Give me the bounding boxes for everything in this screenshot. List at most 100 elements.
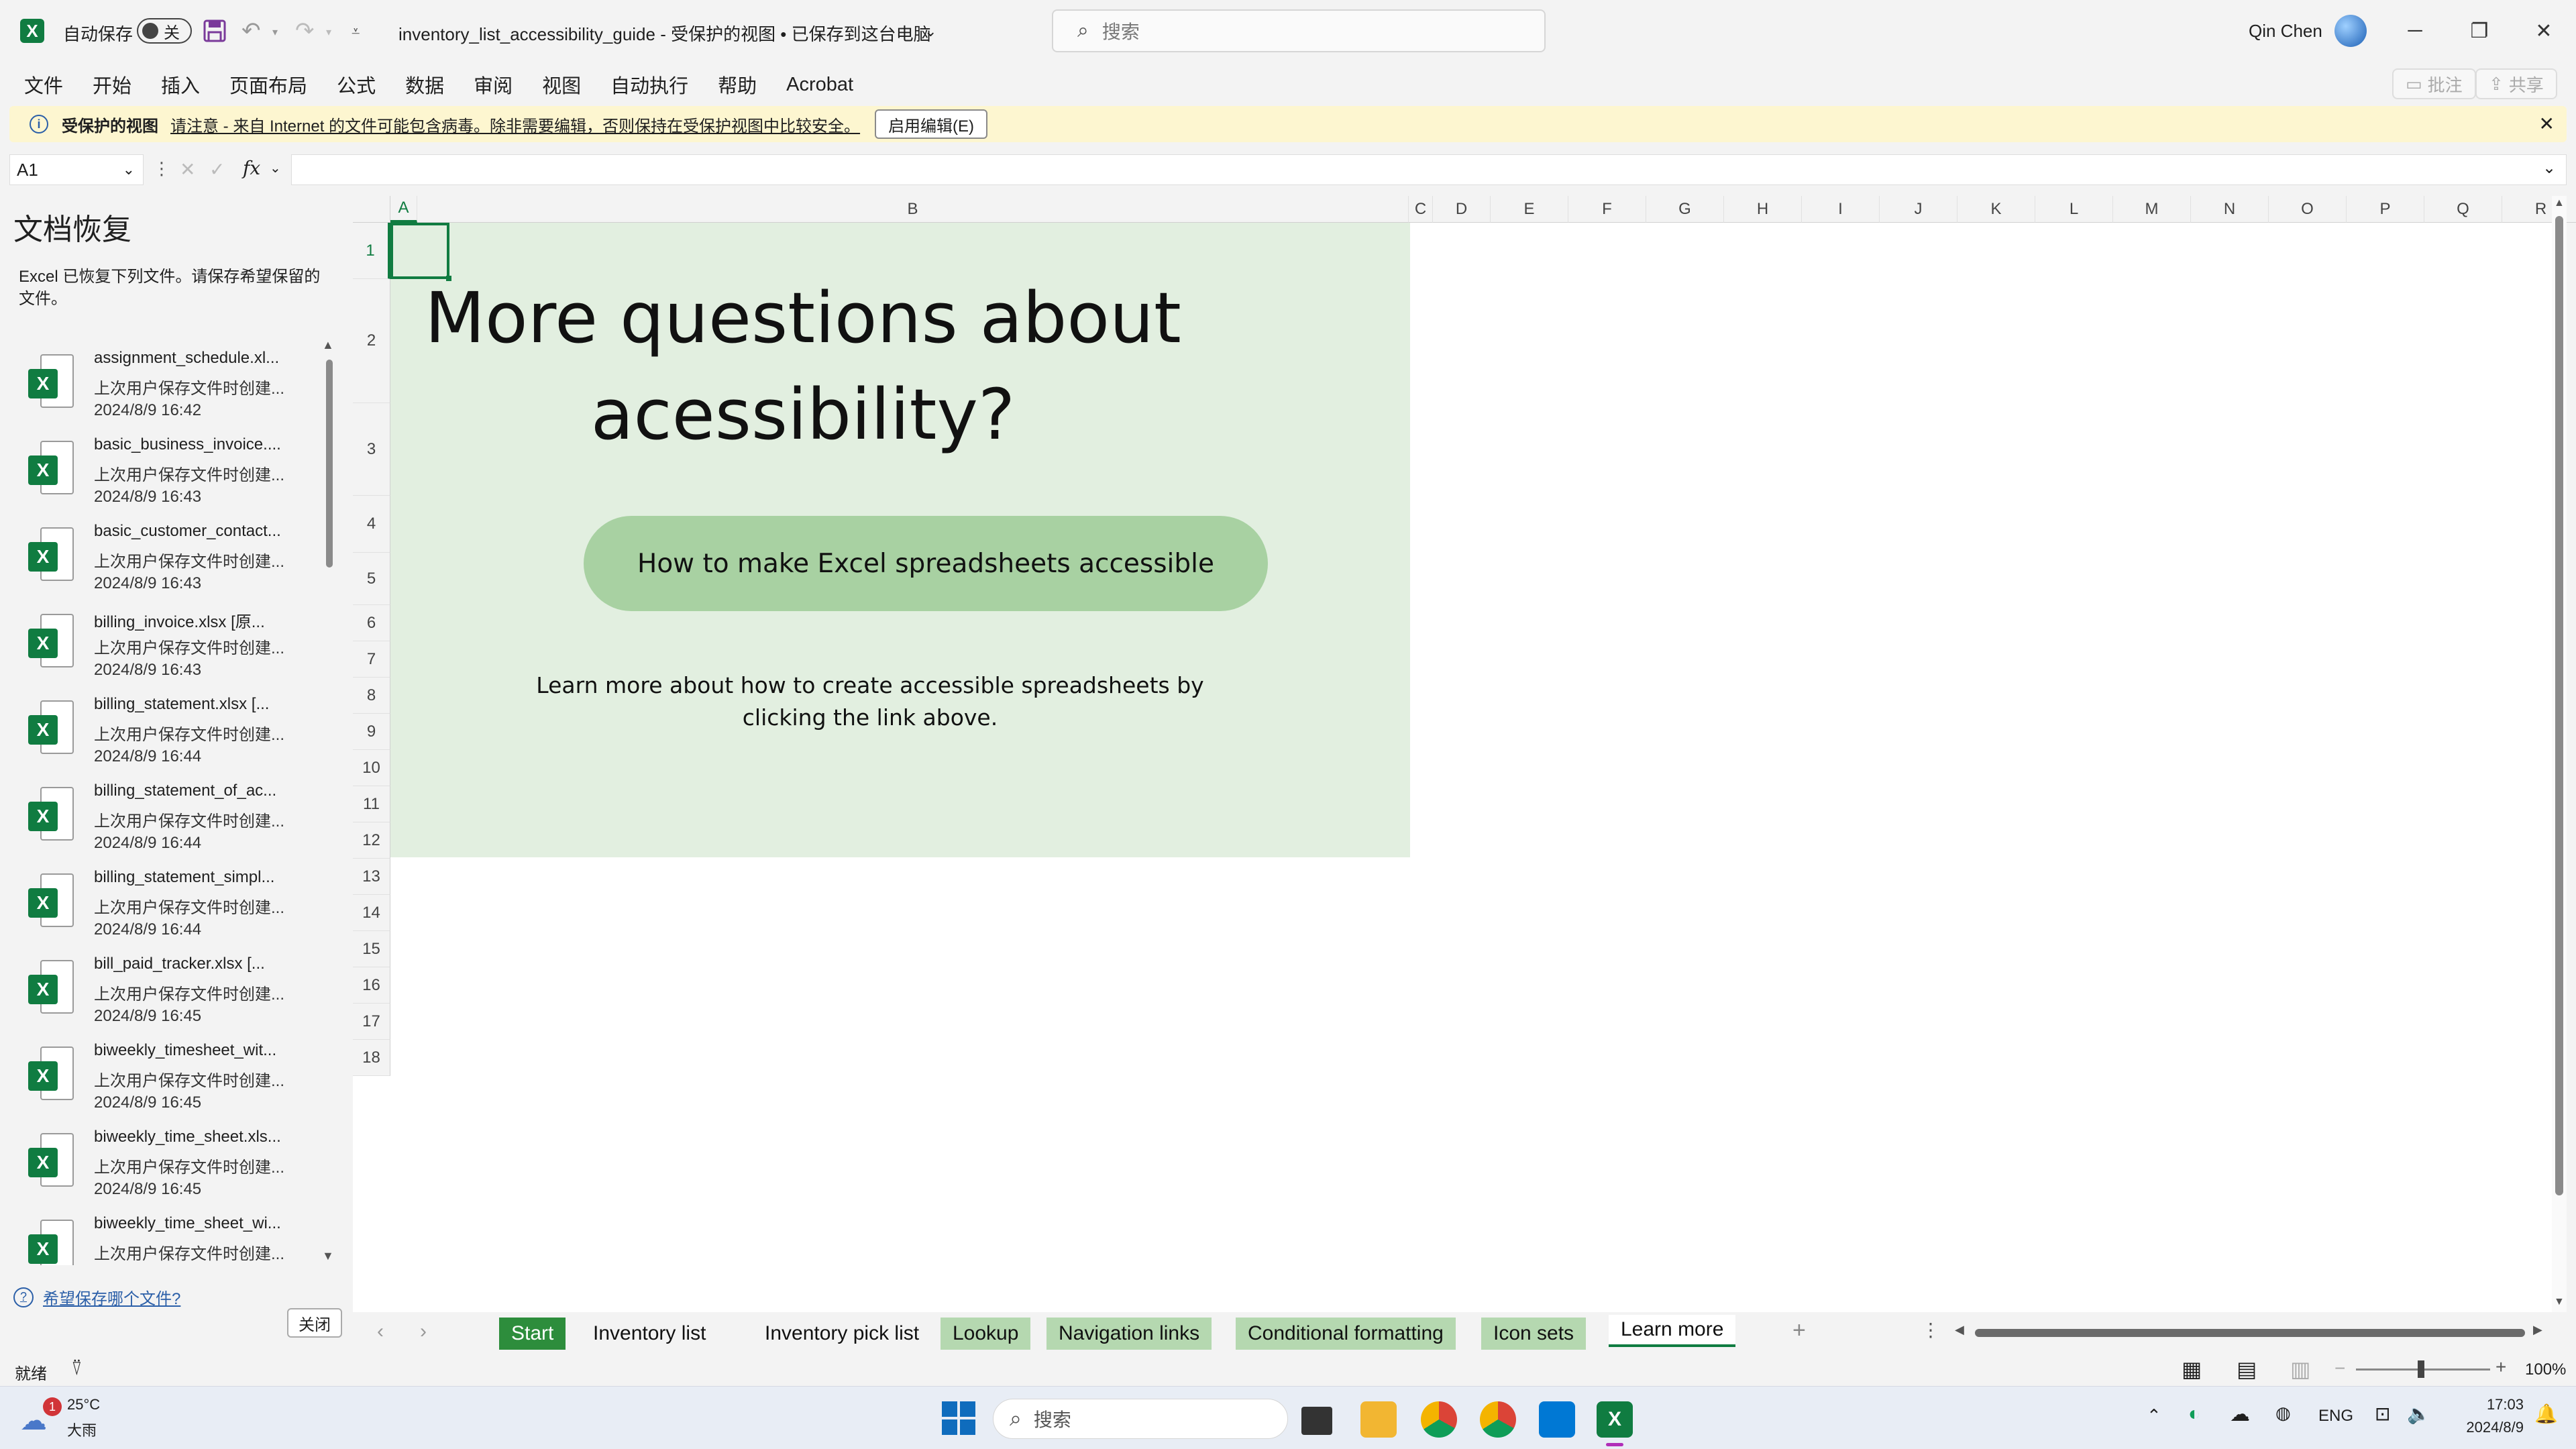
- recovery-help-link[interactable]: ? 希望保存哪个文件?: [13, 1285, 180, 1309]
- column-header-b[interactable]: B: [417, 196, 1409, 223]
- row-header-12[interactable]: 12: [353, 822, 390, 859]
- more-options-icon[interactable]: ⋮: [153, 158, 170, 179]
- zoom-level[interactable]: 100%: [2525, 1360, 2566, 1379]
- recovery-file-item[interactable]: Xbiweekly_time_sheet.xls... 上次用户保存文件时创建..…: [0, 1118, 315, 1205]
- menu-review[interactable]: 审阅: [474, 70, 513, 99]
- recovery-file-item[interactable]: Xbasic_business_invoice.... 上次用户保存文件时创建..…: [0, 426, 315, 513]
- row-header-18[interactable]: 18: [353, 1040, 390, 1076]
- vscode-icon[interactable]: [1539, 1401, 1575, 1438]
- recovery-file-item[interactable]: Xbilling_statement_simpl... 上次用户保存文件时创建..…: [0, 859, 315, 945]
- tab-start[interactable]: Start: [499, 1318, 566, 1350]
- tab-icon-sets[interactable]: Icon sets: [1481, 1318, 1587, 1350]
- undo-dropdown-icon[interactable]: ▾: [272, 25, 278, 39]
- accessibility-link-button[interactable]: How to make Excel spreadsheets accessibl…: [584, 516, 1268, 611]
- task-view-icon[interactable]: [1301, 1407, 1332, 1435]
- vertical-scrollbar[interactable]: ▲ ▼: [2552, 196, 2567, 1315]
- windows-start-icon[interactable]: [942, 1401, 975, 1435]
- row-header-6[interactable]: 6: [353, 605, 390, 641]
- scroll-thumb[interactable]: [326, 360, 333, 568]
- volume-icon[interactable]: 🔈: [2407, 1403, 2430, 1425]
- tray-app-icon[interactable]: ◍: [2275, 1403, 2291, 1424]
- page-break-view-icon[interactable]: ▥: [2290, 1356, 2310, 1382]
- row-header-3[interactable]: 3: [353, 403, 390, 496]
- chevron-down-icon[interactable]: ⌄: [924, 23, 936, 40]
- enable-editing-button[interactable]: 启用编辑(E): [875, 109, 988, 139]
- weather-widget[interactable]: ☁ 1: [20, 1397, 62, 1436]
- recovery-file-item[interactable]: Xbasic_customer_contact... 上次用户保存文件时创建...…: [0, 513, 315, 599]
- excel-taskbar-icon[interactable]: X: [1597, 1401, 1633, 1438]
- column-header-c[interactable]: C: [1409, 196, 1433, 223]
- row-header-2[interactable]: 2: [353, 279, 390, 403]
- tab-navigation-links[interactable]: Navigation links: [1046, 1318, 1212, 1350]
- menu-file[interactable]: 文件: [24, 70, 63, 99]
- row-header-17[interactable]: 17: [353, 1004, 390, 1040]
- network-icon[interactable]: ⊡: [2375, 1403, 2390, 1425]
- selected-cell[interactable]: [390, 223, 451, 281]
- recovery-file-item[interactable]: Xbilling_invoice.xlsx [原... 上次用户保存文件时创建..…: [0, 599, 315, 686]
- row-header-7[interactable]: 7: [353, 641, 390, 678]
- chevron-down-icon[interactable]: ⌄: [123, 161, 135, 178]
- tab-scroll-left-icon[interactable]: ‹: [377, 1320, 384, 1343]
- column-header-m[interactable]: M: [2113, 196, 2191, 223]
- chevron-up-icon[interactable]: ⌃: [2147, 1405, 2161, 1426]
- scroll-right-icon[interactable]: ▶: [2533, 1323, 2542, 1337]
- accessibility-icon[interactable]: ⍢: [71, 1358, 83, 1380]
- clock-date[interactable]: 2024/8/9: [2454, 1419, 2524, 1436]
- menu-view[interactable]: 视图: [542, 70, 581, 99]
- column-header-q[interactable]: Q: [2424, 196, 2502, 223]
- taskbar-search[interactable]: ⌕ 搜索: [993, 1399, 1288, 1439]
- scroll-up-icon[interactable]: ▲: [2554, 197, 2565, 209]
- chevron-down-icon[interactable]: ⌄: [270, 160, 281, 176]
- recovery-close-button[interactable]: 关闭: [287, 1308, 342, 1338]
- menu-help[interactable]: 帮助: [718, 70, 757, 99]
- column-header-e[interactable]: E: [1491, 196, 1568, 223]
- zoom-in-icon[interactable]: +: [2496, 1356, 2506, 1378]
- scroll-left-icon[interactable]: ◀: [1955, 1323, 1964, 1337]
- tab-conditional-formatting[interactable]: Conditional formatting: [1236, 1318, 1456, 1350]
- row-header-11[interactable]: 11: [353, 786, 390, 822]
- share-button[interactable]: ⇪ 共享: [2475, 68, 2557, 99]
- recovery-file-item[interactable]: Xbiweekly_timesheet_wit... 上次用户保存文件时创建...…: [0, 1032, 315, 1118]
- tab-inventory-list[interactable]: Inventory list: [581, 1318, 718, 1350]
- menu-acrobat[interactable]: Acrobat: [786, 74, 853, 96]
- worksheet[interactable]: ABCDEFGHIJKLMNOPQR 1 2 3 4 5 6 7 8 9 10 11 12 13 14 15…: [353, 196, 2576, 1315]
- expand-formula-icon[interactable]: ⌄: [2542, 158, 2556, 178]
- save-icon[interactable]: [203, 19, 227, 43]
- row-header-5[interactable]: 5: [353, 553, 390, 605]
- row-header-15[interactable]: 15: [353, 931, 390, 967]
- menu-page-layout[interactable]: 页面布局: [229, 70, 307, 99]
- chrome-icon[interactable]: [1421, 1401, 1457, 1438]
- restore-button[interactable]: ❐: [2447, 0, 2512, 62]
- menu-data[interactable]: 数据: [405, 70, 444, 99]
- customize-toolbar-icon[interactable]: ⩡: [352, 23, 360, 40]
- row-header-1[interactable]: 1: [353, 223, 390, 279]
- undo-icon[interactable]: ↶: [241, 17, 261, 44]
- input-language[interactable]: ENG: [2318, 1407, 2353, 1426]
- redo-icon[interactable]: ↷: [295, 17, 315, 44]
- document-title[interactable]: inventory_list_accessibility_guide - 受保护…: [398, 21, 931, 46]
- select-all-corner[interactable]: [353, 196, 390, 223]
- row-header-16[interactable]: 16: [353, 967, 390, 1004]
- user-name[interactable]: Qin Chen: [2249, 21, 2322, 42]
- column-header-k[interactable]: K: [1957, 196, 2035, 223]
- recovery-file-item[interactable]: Xbill_paid_tracker.xlsx [... 上次用户保存文件时创建.…: [0, 945, 315, 1032]
- page-layout-view-icon[interactable]: ▤: [2237, 1356, 2257, 1382]
- row-header-8[interactable]: 8: [353, 678, 390, 714]
- redo-dropdown-icon[interactable]: ▾: [326, 25, 331, 39]
- cancel-icon[interactable]: ✕: [180, 158, 195, 180]
- recovery-file-item[interactable]: Xbiweekly_time_sheet_wi... 上次用户保存文件时创建...…: [0, 1205, 315, 1265]
- add-sheet-icon[interactable]: +: [1792, 1318, 1806, 1344]
- title-search-box[interactable]: ⌕ 搜索: [1052, 9, 1546, 52]
- tab-learn-more[interactable]: Learn more: [1609, 1315, 1736, 1347]
- name-box[interactable]: A1 ⌄: [9, 154, 144, 185]
- vertical-scroll-thumb[interactable]: [2555, 216, 2563, 1195]
- close-window-button[interactable]: ✕: [2512, 0, 2576, 62]
- column-header-g[interactable]: G: [1646, 196, 1724, 223]
- recovery-file-item[interactable]: Xbilling_statement_of_ac... 上次用户保存文件时创建..…: [0, 772, 315, 859]
- insert-function-icon[interactable]: fx: [243, 157, 260, 179]
- menu-automate[interactable]: 自动执行: [610, 70, 688, 99]
- column-header-d[interactable]: D: [1433, 196, 1491, 223]
- menu-insert[interactable]: 插入: [161, 70, 200, 99]
- recovery-scrollbar[interactable]: ▲ ▼: [322, 338, 335, 1263]
- column-header-h[interactable]: H: [1724, 196, 1802, 223]
